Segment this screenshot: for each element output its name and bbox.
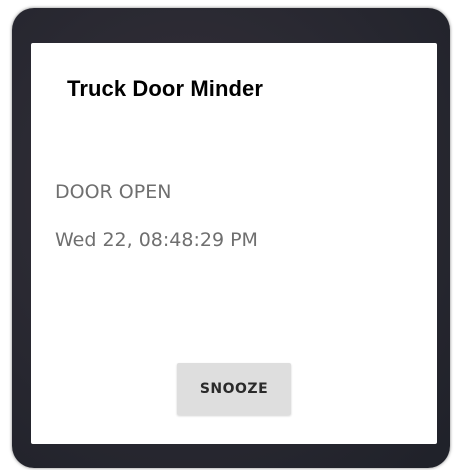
event-timestamp: Wed 22, 08:48:29 PM xyxy=(55,229,258,251)
snooze-button[interactable]: SNOOZE xyxy=(177,363,291,415)
snooze-button-label: SNOOZE xyxy=(199,381,269,397)
dialog-title: Truck Door Minder xyxy=(67,76,264,101)
alert-dialog: Truck Door Minder DOOR OPEN Wed 22, 08:4… xyxy=(31,43,437,444)
door-status: DOOR OPEN xyxy=(55,181,172,203)
